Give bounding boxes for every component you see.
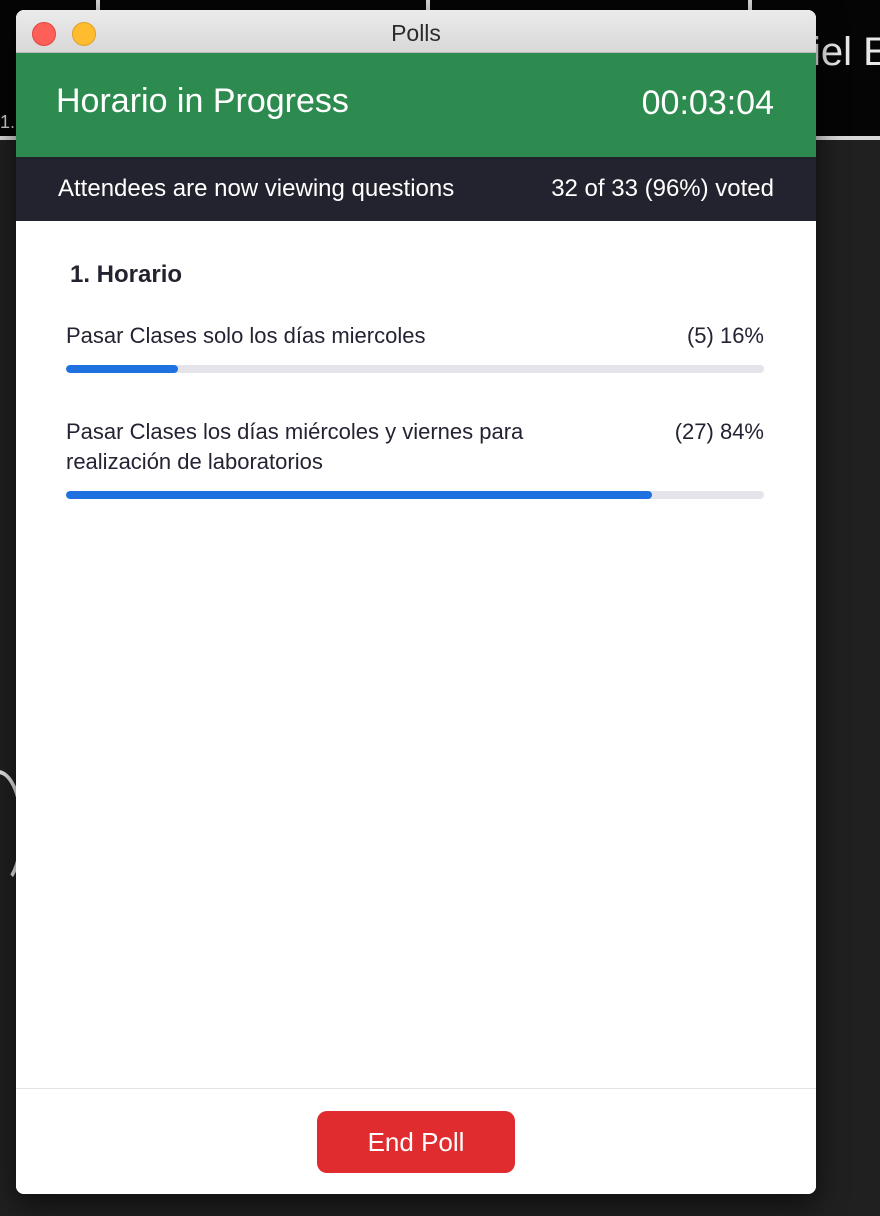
participant-name: iel E	[812, 30, 880, 74]
answer-item: Pasar Clases solo los días miercoles (5)…	[66, 321, 764, 373]
poll-footer: End Poll	[16, 1088, 816, 1194]
end-poll-button[interactable]: End Poll	[317, 1111, 515, 1173]
viewing-status-text: Attendees are now viewing questions	[58, 175, 455, 202]
answer-text: Pasar Clases solo los días miercoles	[66, 323, 426, 348]
answer-row: Pasar Clases solo los días miercoles (5)…	[66, 321, 764, 351]
window-title: Polls	[391, 20, 441, 46]
poll-status-header: Horario in Progress 00:03:04	[16, 53, 816, 157]
question-title: 1. Horario	[70, 261, 183, 288]
answer-item: Pasar Clases los días miércoles y vierne…	[66, 417, 764, 499]
answer-row: Pasar Clases los días miércoles y vierne…	[66, 417, 764, 477]
poll-title: Horario in Progress	[56, 82, 349, 120]
result-bar-fill	[66, 491, 653, 499]
poll-info-bar: Attendees are now viewing questions 32 o…	[16, 157, 816, 221]
result-bar-track	[66, 365, 764, 373]
result-bar-fill	[66, 365, 178, 373]
answer-text: Pasar Clases los días miércoles y vierne…	[66, 419, 524, 474]
answer-result: (27) 84%	[674, 419, 764, 444]
title-bar[interactable]: Polls	[16, 10, 816, 53]
polls-window: Polls Horario in Progress 00:03:04 Atten…	[16, 10, 816, 1194]
vote-summary: 32 of 33 (96%) voted	[551, 175, 774, 202]
participant-label: 1.	[0, 112, 16, 132]
answer-result: (5) 16%	[686, 323, 764, 348]
result-bar-track	[66, 491, 764, 499]
poll-timer: 00:03:04	[641, 84, 774, 122]
